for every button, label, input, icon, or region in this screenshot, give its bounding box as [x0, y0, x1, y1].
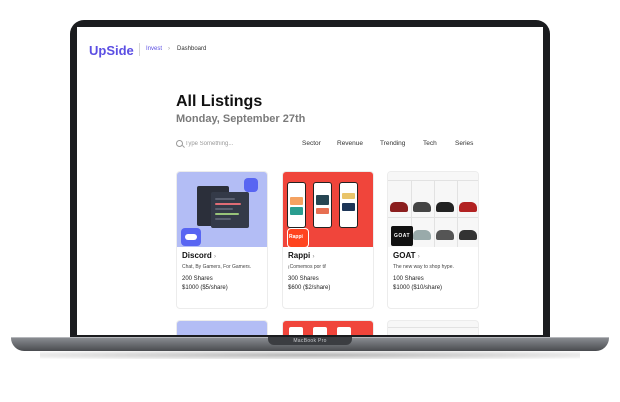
listing-tagline: ¡Comemos por ti! — [288, 264, 327, 270]
listing-price: $600 ($2/share) — [288, 285, 331, 291]
filter-tech[interactable]: Tech — [423, 140, 437, 147]
screen: UpSide Invest › Dashboard All Listings M… — [77, 27, 543, 335]
listing-tagline: The new way to shop hype. — [393, 264, 454, 270]
rappi-preview-image: Rappi — [283, 172, 373, 247]
sneaker-icon — [459, 202, 477, 212]
sneaker-icon — [390, 202, 408, 212]
listing-card-discord[interactable]: Discord › Chat, By Gamers, For Gamers. 2… — [176, 171, 268, 309]
rappi-phone-3 — [339, 182, 358, 228]
page-title: All Listings — [176, 93, 263, 110]
sneaker-icon — [459, 230, 477, 240]
breadcrumb-chevron-icon: › — [168, 46, 170, 52]
listing-name: Discord › — [182, 251, 217, 260]
chevron-right-icon: › — [214, 254, 217, 260]
listing-name: GOAT › — [393, 251, 420, 260]
sneaker-icon — [413, 230, 431, 240]
discord-preview-image — [177, 172, 267, 247]
breadcrumb-invest[interactable]: Invest — [146, 46, 162, 52]
listing-card-goat[interactable]: GOAT GOAT › The new way to shop hype. 10… — [387, 171, 479, 309]
goat-preview-image: GOAT — [388, 172, 478, 247]
upside-logo[interactable]: UpSide — [89, 43, 134, 58]
nav-divider — [139, 43, 140, 56]
sneaker-icon — [436, 230, 454, 240]
listing-card-rappi[interactable]: Rappi Rappi › ¡Comemos por ti! 300 Share… — [282, 171, 374, 309]
listing-shares: 300 Shares — [288, 276, 319, 282]
listing-shares: 100 Shares — [393, 276, 424, 282]
filter-series[interactable]: Series — [455, 140, 473, 147]
laptop-model-label: MacBook Pro — [293, 338, 327, 344]
sneaker-icon — [436, 202, 454, 212]
search-input[interactable] — [185, 138, 295, 150]
listing-card-row2-1[interactable] — [176, 320, 268, 335]
filter-trending[interactable]: Trending — [380, 140, 405, 147]
listing-price: $1000 ($10/share) — [393, 285, 443, 291]
rappi-logo-icon: Rappi — [287, 228, 309, 247]
rappi-phone-2 — [313, 182, 332, 228]
top-nav: UpSide Invest › Dashboard — [77, 27, 543, 65]
search-icon — [176, 140, 183, 147]
chevron-right-icon: › — [417, 254, 420, 260]
chevron-right-icon: › — [312, 254, 315, 260]
laptop-shadow — [40, 351, 580, 359]
filter-revenue[interactable]: Revenue — [337, 140, 363, 147]
goat-logo-icon: GOAT — [391, 226, 413, 246]
rappi-phone-1 — [287, 182, 306, 228]
listing-name: Rappi › — [288, 251, 315, 260]
listing-shares: 200 Shares — [182, 276, 213, 282]
page-date: Monday, September 27th — [176, 113, 306, 125]
discord-small-logo-icon — [244, 178, 258, 192]
listing-price: $1000 ($5/share) — [182, 285, 228, 291]
filter-sector[interactable]: Sector — [302, 140, 321, 147]
listing-card-row2-2[interactable] — [282, 320, 374, 335]
sneaker-icon — [413, 202, 431, 212]
listing-tagline: Chat, By Gamers, For Gamers. — [182, 264, 252, 270]
search-bar — [176, 138, 296, 150]
listing-card-row2-3[interactable] — [387, 320, 479, 335]
breadcrumb-dashboard[interactable]: Dashboard — [177, 46, 206, 52]
